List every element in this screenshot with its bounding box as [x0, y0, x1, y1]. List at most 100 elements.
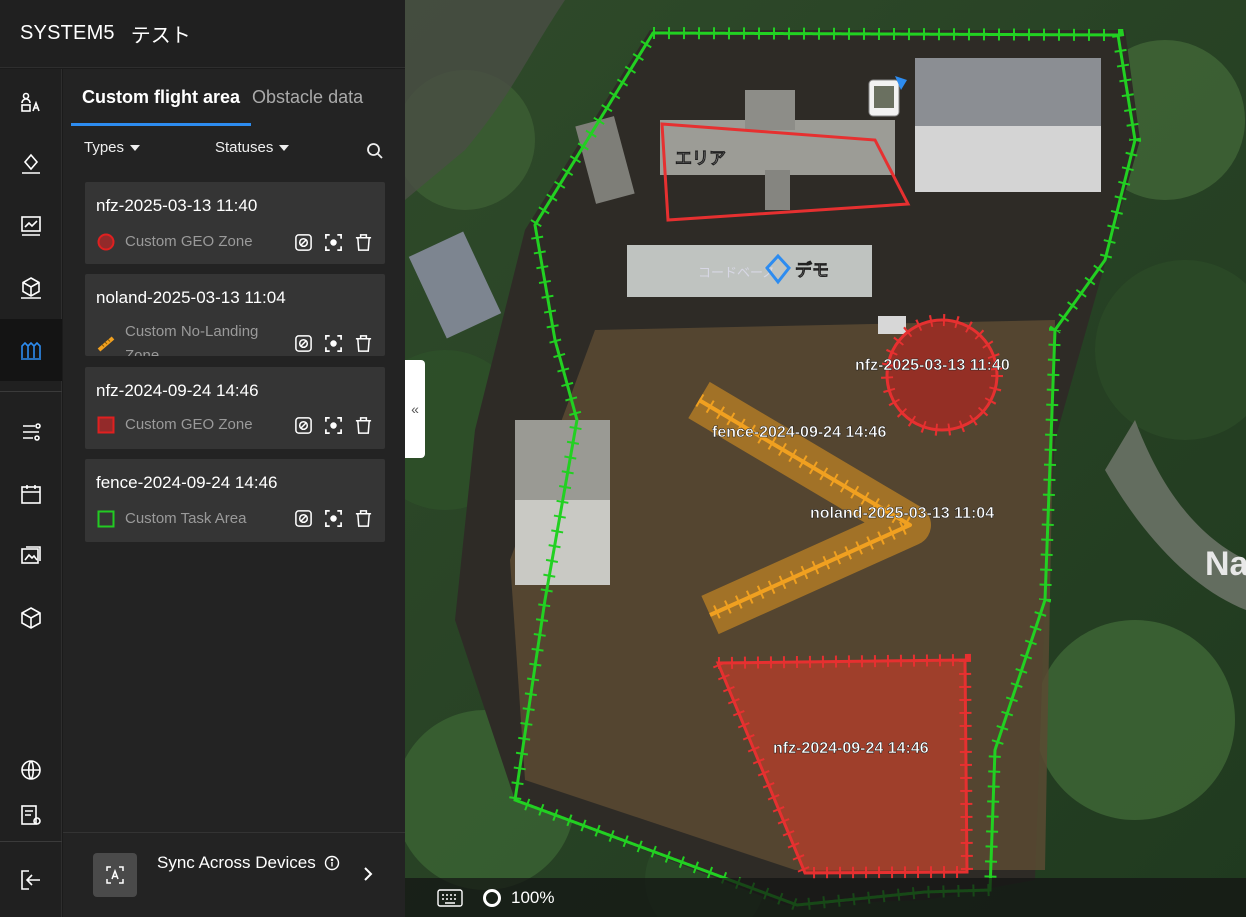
chevron-down-icon — [279, 144, 290, 151]
model-icon — [21, 277, 41, 299]
map-view[interactable]: Na エリア コードベース デモ nfz-2025-03-13 11:40 fe… — [405, 0, 1246, 917]
focus-button[interactable] — [324, 233, 343, 252]
rail-cube[interactable] — [0, 587, 62, 649]
area-actions — [294, 509, 373, 528]
delete-button[interactable] — [354, 334, 373, 353]
orange-line-marker-icon — [97, 336, 115, 352]
area-type: Custom Task Area — [96, 507, 285, 531]
area-name: nfz-2025-03-13 11:40 — [96, 196, 258, 215]
area-name: noland-2025-03-13 11:04 — [96, 288, 286, 307]
calendar-icon — [21, 485, 41, 504]
filter-bar: Types Statuses — [63, 139, 405, 165]
rail-route[interactable] — [0, 401, 62, 463]
sync-device-icon — [93, 853, 137, 897]
focus-button[interactable] — [324, 416, 343, 435]
zoom-level: 100% — [511, 887, 555, 907]
road-label: Na — [1205, 545, 1246, 583]
map-canvas[interactable]: Na エリア コードベース デモ nfz-2025-03-13 11:40 fe… — [405, 0, 1246, 917]
search-icon[interactable] — [365, 141, 385, 161]
area-actions — [294, 416, 373, 435]
rail-model[interactable] — [0, 257, 62, 319]
globe-icon — [21, 760, 41, 780]
locate-button[interactable] — [294, 416, 313, 435]
map-status-bar: 100% — [405, 878, 1246, 917]
info-icon[interactable] — [324, 855, 340, 871]
sync-across-devices[interactable]: Sync Across Devices — [63, 832, 405, 917]
locate-icon — [295, 417, 312, 434]
tab-obstacle-data[interactable]: Obstacle data — [246, 69, 369, 126]
delete-button[interactable] — [354, 509, 373, 528]
zoom-circle-icon — [483, 888, 501, 907]
locate-button[interactable] — [294, 334, 313, 353]
delete-button[interactable] — [354, 233, 373, 252]
focus-icon — [325, 234, 342, 251]
locate-icon — [295, 335, 312, 352]
collapse-panel-button[interactable]: « — [405, 360, 425, 458]
rail-settings-list[interactable] — [0, 784, 62, 846]
area-type-label: Custom GEO Zone — [125, 233, 253, 250]
area-card[interactable]: nfz-2025-03-13 11:40 Custom GEO Zone — [85, 182, 385, 264]
area-type-label: Custom GEO Zone — [125, 416, 253, 433]
geo-zone-circle[interactable] — [881, 314, 1003, 436]
flight-area-panel: Custom flight area Obstacle data Types S… — [63, 69, 405, 917]
focus-button[interactable] — [324, 509, 343, 528]
types-filter-label: Types — [84, 139, 125, 156]
area-card[interactable]: nfz-2024-09-24 14:46 Custom GEO Zone — [85, 367, 385, 449]
noland-line-label: noland-2025-03-13 11:04 — [810, 505, 994, 522]
area-type: Custom GEO Zone — [96, 413, 285, 437]
statuses-filter[interactable]: Statuses — [215, 139, 290, 156]
red-circle-marker-icon — [97, 233, 115, 251]
area-actions — [294, 334, 373, 353]
trash-icon — [355, 335, 372, 352]
focus-icon — [325, 335, 342, 352]
rail-mission[interactable] — [0, 195, 62, 257]
chevron-right-icon — [364, 867, 373, 881]
locate-icon — [295, 234, 312, 251]
app-header: SYSTEM5 テスト — [0, 0, 405, 68]
waypoint-icon — [22, 153, 40, 174]
panel-tabs: Custom flight area Obstacle data — [63, 69, 405, 126]
green-square-marker-icon — [97, 510, 115, 528]
trash-icon — [355, 234, 372, 251]
building-sign-text: コードベース — [698, 266, 775, 281]
rail-logout[interactable] — [0, 849, 62, 911]
area-name: nfz-2024-09-24 14:46 — [96, 381, 259, 400]
area-type-label: Custom Task Area — [125, 510, 247, 527]
area-type-label: Custom No-Landing Zone — [125, 323, 259, 356]
area-name: fence-2024-09-24 14:46 — [96, 473, 278, 492]
delete-button[interactable] — [354, 416, 373, 435]
nfz-circle-label: nfz-2025-03-13 11:40 — [855, 357, 1010, 374]
trash-icon — [355, 417, 372, 434]
locate-button[interactable] — [294, 509, 313, 528]
keyboard-icon[interactable] — [437, 888, 463, 907]
statuses-filter-label: Statuses — [215, 139, 274, 156]
locate-button[interactable] — [294, 233, 313, 252]
system-name: SYSTEM5 — [20, 22, 115, 44]
area-type: Custom GEO Zone — [96, 230, 285, 254]
focus-button[interactable] — [324, 334, 343, 353]
fence-line-label: fence-2024-09-24 14:46 — [712, 424, 886, 441]
area-card[interactable]: noland-2025-03-13 11:04 Custom No-Landin… — [85, 274, 385, 356]
demo-marker-label: デモ — [795, 260, 829, 281]
sync-label: Sync Across Devices — [157, 853, 340, 873]
rail-team[interactable] — [0, 71, 62, 133]
locate-icon — [295, 510, 312, 527]
team-icon — [21, 92, 40, 112]
zoom-indicator[interactable]: 100% — [483, 888, 554, 908]
focus-icon — [325, 510, 342, 527]
project-name: テスト — [130, 23, 191, 47]
tab-custom-flight-area[interactable]: Custom flight area — [70, 69, 252, 126]
red-square-marker-icon — [97, 416, 115, 434]
chevron-down-icon — [130, 144, 141, 151]
types-filter[interactable]: Types — [84, 139, 141, 156]
area-polygon-label: エリア — [675, 149, 726, 169]
area-card[interactable]: fence-2024-09-24 14:46 Custom Task Area — [85, 459, 385, 542]
rail-flight-area[interactable] — [0, 319, 62, 381]
rail-media[interactable] — [0, 525, 62, 587]
cube-icon — [21, 607, 41, 629]
rail-calendar[interactable] — [0, 463, 62, 525]
rail-waypoint[interactable] — [0, 133, 62, 195]
nfz-square-label: nfz-2024-09-24 14:46 — [773, 740, 929, 757]
focus-icon — [325, 417, 342, 434]
double-chevron-left-icon: « — [411, 401, 419, 417]
